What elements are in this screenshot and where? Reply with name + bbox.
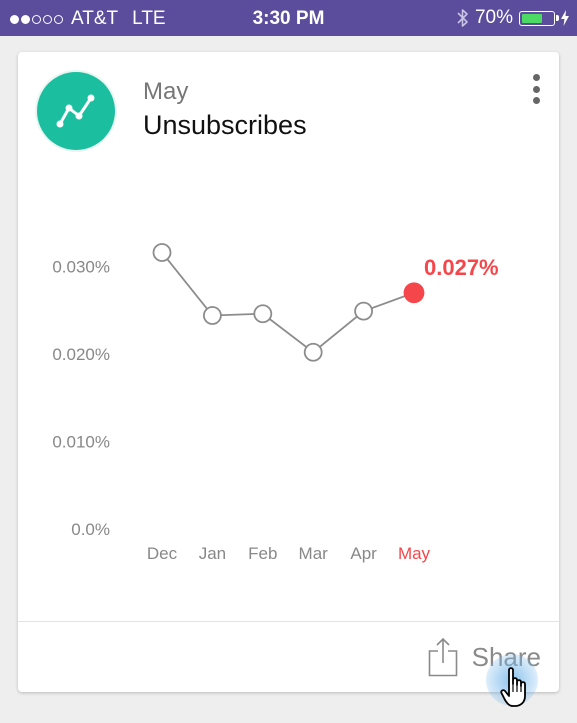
y-tick-label: 0.020% [52,345,110,364]
series-line [161,251,415,354]
data-point [354,301,374,321]
battery-tip [556,14,559,21]
data-point [202,306,222,325]
data-point [253,304,273,324]
x-tick-label: Feb [248,544,277,563]
charging-icon [561,10,569,26]
x-tick-label: Apr [350,544,377,563]
highlight-point [403,282,425,304]
y-tick-label: 0.0% [71,520,110,539]
unsubscribes-line-chart: 0.0% 0.010% 0.020% 0.030% Dec Jan Feb Mar Apr May… [52,243,499,563]
hand-pointer-icon [500,667,526,707]
bluetooth-icon [457,9,468,27]
x-tick-label: Mar [299,544,329,563]
x-tick-label: Dec [147,544,178,563]
data-point [152,243,172,262]
x-tick-label: May [398,544,431,563]
share-icon [428,637,457,677]
status-right: 70% [457,7,569,29]
battery-fill [522,13,543,23]
x-tick-label: Jan [199,544,226,563]
status-bar: AT&T LTE 3:30 PM 70% [0,0,577,36]
unsubscribes-card: May Unsubscribes 0.0% 0.010% 0.020% 0.030% D… [18,52,559,692]
y-tick-label: 0.030% [52,258,110,277]
card-footer: Share [18,621,559,692]
y-tick-label: 0.010% [52,433,110,452]
highlight-value-label: 0.027% [424,255,499,280]
battery-icon [519,10,559,26]
battery-percent: 70% [474,7,513,28]
data-point [303,342,323,362]
